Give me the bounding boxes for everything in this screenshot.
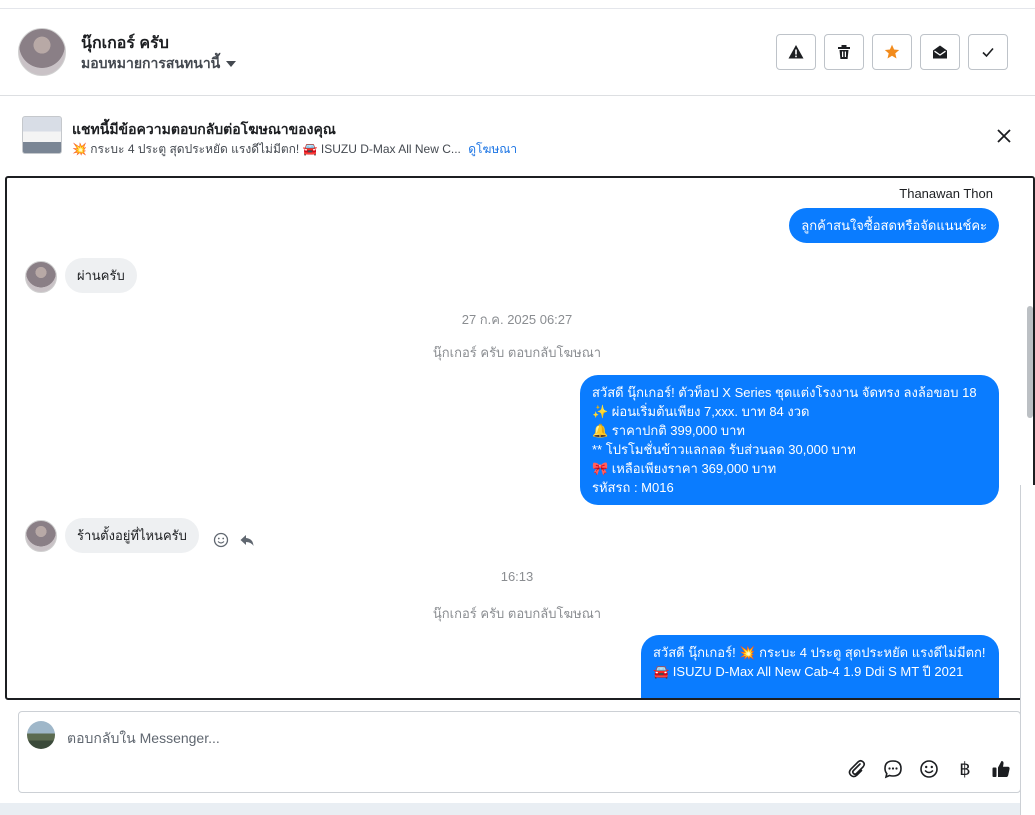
- message-line: 🚘 ISUZU D-Max All New Cab-4 1.9 Ddi S MT…: [653, 664, 964, 679]
- header-actions: [776, 34, 1008, 70]
- message-line: ** โปรโมชั่นข้าวแลกลด รับส่วนลด 30,000 บ…: [592, 442, 856, 457]
- message-input[interactable]: ตอบกลับใน Messenger...: [67, 728, 220, 750]
- ad-reply-note: นุ๊กเกอร์ ครับ ตอบกลับโฆษณา: [432, 606, 602, 621]
- message-line: ✨ ผ่อนเริ่มต้นเพียง 7,xxx. บาท 84 งวด: [592, 404, 810, 419]
- ad-reply-banner: แชทนี้มีข้อความตอบกลับต่อโฆษณาของคุณ 💥 ก…: [0, 97, 1035, 175]
- like-button[interactable]: [990, 758, 1012, 780]
- side-panel-edge: [1020, 485, 1035, 815]
- message-line: สวัสดี นุ๊กเกอร์! ตัวท็อป X Series ชุดแต…: [592, 385, 977, 400]
- message-bubble-incoming[interactable]: ผ่านครับ: [65, 258, 137, 293]
- mail-open-icon: [933, 45, 947, 59]
- report-button[interactable]: [776, 34, 816, 70]
- view-ad-link[interactable]: ดูโฆษณา: [468, 142, 517, 156]
- saved-replies-button[interactable]: [882, 758, 904, 780]
- payment-button[interactable]: ฿: [954, 758, 976, 780]
- attach-button[interactable]: [846, 758, 868, 780]
- reply-composer: ตอบกลับใน Messenger... ฿: [18, 711, 1021, 793]
- message-bubble-incoming[interactable]: ร้านตั้งอยู่ที่ไหนครับ: [65, 518, 199, 553]
- emoji-button[interactable]: [918, 758, 940, 780]
- message-line: 🎀 เหลือเพียงราคา 369,000 บาท: [592, 461, 777, 476]
- message-icon: [884, 760, 902, 779]
- assign-label: มอบหมายการสนทนานี้: [81, 55, 221, 71]
- reply-icon[interactable]: [239, 532, 255, 548]
- contact-mini-avatar: [25, 261, 57, 293]
- ad-thumbnail[interactable]: [22, 116, 62, 154]
- mark-done-button[interactable]: [968, 34, 1008, 70]
- scrollbar-thumb[interactable]: [1027, 306, 1033, 418]
- delete-button[interactable]: [824, 34, 864, 70]
- message-actions: [213, 532, 255, 548]
- message-bubble-outgoing[interactable]: สวัสดี นุ๊กเกอร์! 💥 กระบะ 4 ประตู สุดประ…: [641, 635, 999, 698]
- ad-banner-subtitle: 💥 กระบะ 4 ประตู สุดประหยัด แรงดีไม่มีตก!…: [72, 140, 517, 159]
- star-button[interactable]: [872, 34, 912, 70]
- footer-strip: [0, 803, 1035, 815]
- paperclip-icon: [848, 759, 866, 778]
- page-avatar: [27, 721, 55, 749]
- mark-unread-button[interactable]: [920, 34, 960, 70]
- composer-tools: ฿: [846, 758, 1012, 780]
- ad-reply-note: นุ๊กเกอร์ ครับ ตอบกลับโฆษณา: [432, 345, 602, 360]
- message-bubble-outgoing[interactable]: สวัสดี นุ๊กเกอร์! ตัวท็อป X Series ชุดแต…: [580, 375, 999, 505]
- star-icon: [884, 44, 900, 59]
- message-line: รหัสรถ : M016: [592, 480, 674, 495]
- baht-icon: ฿: [959, 758, 971, 780]
- trash-icon: [838, 45, 850, 59]
- timestamp: 27 ก.ค. 2025 06:27: [461, 312, 573, 327]
- message-line: สวัสดี นุ๊กเกอร์! 💥 กระบะ 4 ประตู สุดประ…: [653, 645, 986, 660]
- sender-name: Thanawan Thon: [899, 186, 993, 201]
- message-bubble-outgoing[interactable]: ลูกค้าสนใจซื้อสดหรือจัดแนนช์คะ: [789, 208, 999, 243]
- check-icon: [982, 47, 994, 58]
- messenger-inbox: นุ๊กเกอร์ ครับ มอบหมายการสนทนานี้ แชทนี้…: [0, 0, 1035, 815]
- ad-text: 💥 กระบะ 4 ประตู สุดประหยัด แรงดีไม่มีตก!…: [72, 142, 461, 156]
- close-icon[interactable]: [995, 127, 1013, 145]
- react-emoji-icon[interactable]: [213, 532, 229, 548]
- message-line: 🔔 ราคาปกติ 399,000 บาท: [592, 423, 745, 438]
- contact-mini-avatar: [25, 520, 57, 552]
- caret-down-icon: [226, 61, 237, 67]
- warning-icon: [788, 45, 804, 59]
- timestamp: 16:13: [500, 569, 534, 584]
- contact-avatar[interactable]: [18, 28, 66, 76]
- thumbs-up-icon: [992, 761, 1010, 777]
- emoji-icon: [920, 760, 938, 778]
- ad-banner-title: แชทนี้มีข้อความตอบกลับต่อโฆษณาของคุณ: [72, 121, 336, 137]
- assign-conversation-dropdown[interactable]: มอบหมายการสนทนานี้: [81, 53, 237, 75]
- conversation-header: นุ๊กเกอร์ ครับ มอบหมายการสนทนานี้: [0, 8, 1035, 96]
- message-thread[interactable]: Thanawan Thon ลูกค้าสนใจซื้อสดหรือจัดแนน…: [5, 176, 1035, 700]
